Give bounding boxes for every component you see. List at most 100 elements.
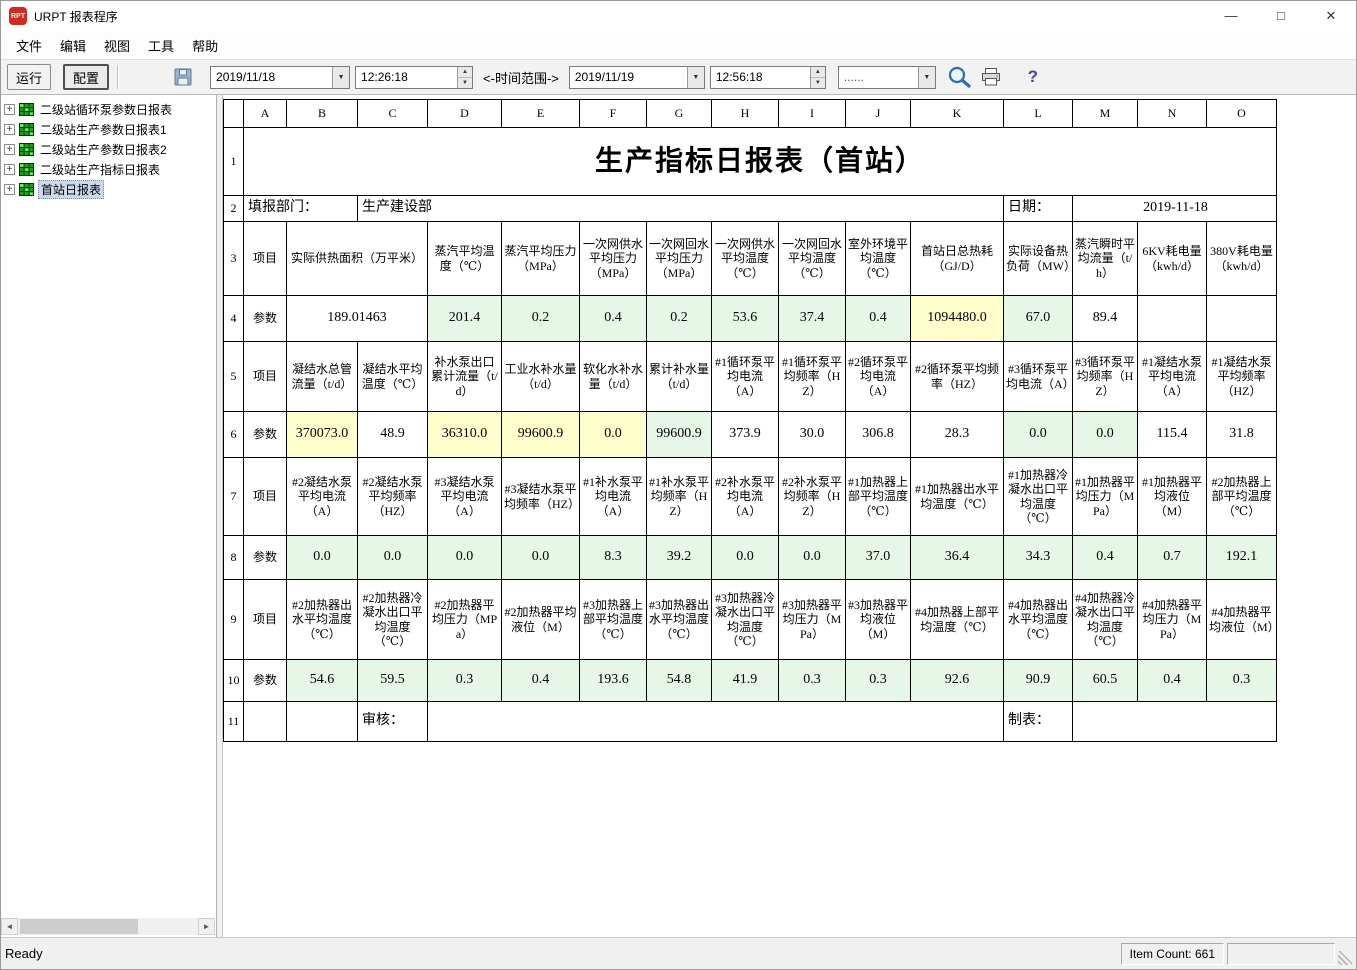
report-cell: 48.9 [358,412,428,458]
row-header-2: 2 [224,196,244,222]
start-time-spinner[interactable]: 12:26:18 ▲▼ [355,66,473,89]
time-range-label: <-时间范围-> [483,68,559,87]
row-header-11: 11 [224,702,244,742]
report-cell: 2019-11-18 [1073,196,1277,222]
help-icon[interactable]: ? [1020,64,1046,90]
report-cell: #2补水泵平均频率（HZ） [779,458,846,536]
close-button[interactable]: ✕ [1306,1,1356,31]
print-icon[interactable] [978,64,1004,90]
report-cell: 实际设备热负荷（MW） [1004,222,1073,296]
tree-item-5[interactable]: +首站日报表 [1,179,216,199]
save-icon[interactable] [170,64,196,90]
row-header-3: 3 [224,222,244,296]
menu-bar: 文件编辑视图工具帮助 [1,31,1356,59]
report-cell: 115.4 [1138,412,1207,458]
tree-item-2[interactable]: +二级站生产参数日报表1 [1,119,216,139]
report-cell: 53.6 [712,296,779,342]
spin-up-icon[interactable]: ▲ [458,67,472,78]
column-header-D: D [428,100,502,128]
scroll-left-icon[interactable]: ◄ [1,918,18,935]
report-cell: #3循环泵平均频率（HZ） [1073,342,1138,412]
menu-item-4[interactable]: 工具 [139,32,183,59]
scrollbar-thumb[interactable] [20,919,138,934]
report-cell: #1加热器平均液位（M） [1138,458,1207,536]
column-header-G: G [647,100,712,128]
filter-combo[interactable]: ...... ▼ [838,66,936,89]
report-cell: 189.01463 [287,296,428,342]
row-header-7: 7 [224,458,244,536]
start-date-combo[interactable]: 2019/11/18 ▼ [210,66,350,89]
tree-item-3[interactable]: + 二级站生产参数日报表2 [1,139,216,159]
report-cell: 373.9 [712,412,779,458]
report-cell: #1加热器平均压力（MPa） [1073,458,1138,536]
report-cell: 参数 [244,412,287,458]
report-cell: 凝结水平均温度（℃） [358,342,428,412]
report-cell: 蒸汽平均温度（℃） [428,222,502,296]
end-date-combo[interactable]: 2019/11/19 ▼ [569,66,705,89]
report-cell: 193.6 [580,660,647,702]
report-cell: #3循环泵平均电流（A） [1004,342,1073,412]
menu-item-5[interactable]: 帮助 [183,32,227,59]
report-cell: 参数 [244,660,287,702]
run-button[interactable]: 运行 [7,64,51,90]
end-time-spinner[interactable]: 12:56:18 ▲▼ [710,66,826,89]
row-header-10: 10 [224,660,244,702]
tree-item-label: 二级站生产参数日报表2 [38,140,169,159]
expand-plus-icon[interactable]: + [4,104,15,115]
report-cell: 92.6 [911,660,1004,702]
report-cell: 项目 [244,580,287,660]
report-cell: 6KV耗电量（kwh/d） [1138,222,1207,296]
menu-item-2[interactable]: 编辑 [51,32,95,59]
spin-up-icon[interactable]: ▲ [811,67,825,78]
report-cell: #2加热器平均液位（M） [502,580,580,660]
report-grid-icon [19,183,34,196]
report-cell: 凝结水总管流量（t/d） [287,342,358,412]
menu-item-3[interactable]: 视图 [95,32,139,59]
expand-plus-icon[interactable]: + [4,144,15,155]
report-cell: #4加热器冷凝水出口平均温度（℃） [1073,580,1138,660]
scrollbar-track[interactable] [18,918,198,935]
spin-down-icon[interactable]: ▼ [811,78,825,88]
report-cell: 审核： [358,702,428,742]
expand-plus-icon[interactable]: + [4,124,15,135]
report-cell: 306.8 [846,412,911,458]
tree-item-1[interactable]: +二级站循环泵参数日报表 [1,99,216,119]
report-cell: 36310.0 [428,412,502,458]
report-cell: 0.2 [647,296,712,342]
report-cell: 0.4 [1073,536,1138,580]
report-cell: #1补水泵平均电流（A） [580,458,647,536]
report-cell: #3凝结水泵平均电流（A） [428,458,502,536]
dropdown-arrow-icon[interactable]: ▼ [918,67,935,88]
report-cell: 0.2 [502,296,580,342]
expand-plus-icon[interactable]: + [4,184,15,195]
report-cell [287,702,358,742]
sidebar-h-scrollbar[interactable]: ◄ ► [1,918,215,935]
status-text: Ready [5,946,43,961]
maximize-button[interactable]: □ [1256,1,1306,31]
scroll-right-icon[interactable]: ► [198,918,215,935]
resize-grip[interactable] [1338,951,1352,965]
report-cell: 30.0 [779,412,846,458]
toolbar: 运行 配置 2019/11/18 ▼ 12:26:18 ▲▼ <-时间范围-> … [1,59,1356,95]
report-cell: #2加热器平均压力（MPa） [428,580,502,660]
end-date-value: 2019/11/19 [570,67,687,88]
menu-item-1[interactable]: 文件 [7,32,51,59]
tree-item-4[interactable]: +二级站生产指标日报表 [1,159,216,179]
config-button[interactable]: 配置 [63,64,109,90]
report-cell: #1循环泵平均电流（A） [712,342,779,412]
report-cell: 28.3 [911,412,1004,458]
expand-plus-icon[interactable]: + [4,164,15,175]
column-header-B: B [287,100,358,128]
dropdown-arrow-icon[interactable]: ▼ [687,67,704,88]
minimize-button[interactable]: — [1206,1,1256,31]
report-cell: 0.4 [580,296,647,342]
dropdown-arrow-icon[interactable]: ▼ [332,67,349,88]
report-cell: #3加热器上部平均温度（℃） [580,580,647,660]
report-cell: 一次网供水平均压力（MPa） [580,222,647,296]
row-header-8: 8 [224,536,244,580]
search-icon[interactable] [946,64,972,90]
report-cell: 补水泵出口累计流量（t/d） [428,342,502,412]
column-header-L: L [1004,100,1073,128]
spin-down-icon[interactable]: ▼ [458,78,472,88]
report-cell: 一次网供水平均温度（℃） [712,222,779,296]
